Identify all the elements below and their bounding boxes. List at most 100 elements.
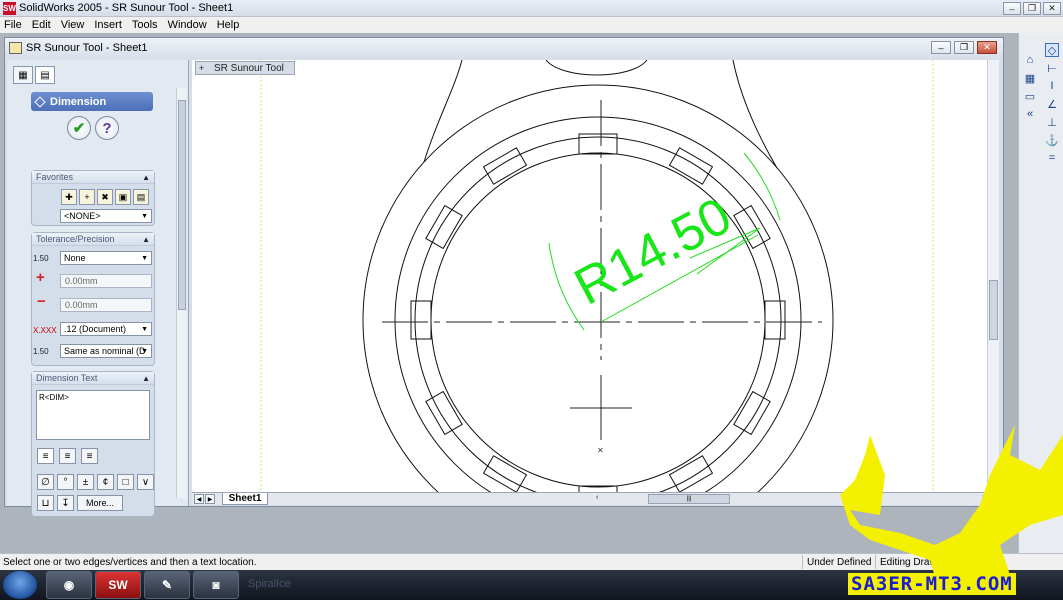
tree-item-tab[interactable]: + SR Sunour Tool bbox=[195, 61, 295, 75]
centerline-symbol-icon[interactable]: ¢ bbox=[97, 474, 114, 490]
menu-bar: File Edit View Insert Tools Window Help bbox=[0, 17, 1063, 33]
plus-minus-symbol-icon[interactable]: ± bbox=[77, 474, 94, 490]
pm-scrollbar[interactable] bbox=[176, 88, 186, 498]
scroll-left-icon[interactable]: ‹ bbox=[596, 494, 598, 501]
arm-outline-right bbox=[732, 59, 778, 169]
watermark-text: SA3ER-MT3.COM bbox=[848, 573, 1016, 595]
menu-insert[interactable]: Insert bbox=[94, 19, 122, 31]
minus-icon: − bbox=[37, 293, 46, 310]
tolerance-header[interactable]: Tolerance/Precision ▲ bbox=[32, 233, 154, 246]
sheet-tab[interactable]: Sheet1 bbox=[222, 493, 268, 505]
doc-close-button[interactable]: ✕ bbox=[977, 41, 997, 54]
equal-icon[interactable]: = bbox=[1045, 151, 1059, 165]
menu-window[interactable]: Window bbox=[168, 19, 207, 31]
depth-symbol-icon[interactable]: ↧ bbox=[57, 495, 74, 511]
collapse-icon[interactable]: « bbox=[1023, 107, 1037, 121]
status-message: Select one or two edges/vertices and the… bbox=[3, 556, 257, 568]
primary-precision-select[interactable]: .12 (Document) ▼ bbox=[60, 322, 152, 336]
degree-symbol-icon[interactable]: ° bbox=[57, 474, 74, 490]
square-symbol-icon[interactable]: □ bbox=[117, 474, 134, 490]
radius-dimension-text[interactable]: R14.50 bbox=[565, 187, 740, 317]
menu-file[interactable]: File bbox=[4, 19, 22, 31]
next-sheet-icon[interactable]: ▶ bbox=[205, 494, 215, 504]
horizontal-scrollbar[interactable]: ||| bbox=[648, 494, 730, 504]
favorites-select[interactable]: <NONE> ▼ bbox=[60, 209, 152, 223]
menu-help[interactable]: Help bbox=[217, 19, 240, 31]
min-variation-field[interactable]: 0.00mm bbox=[60, 298, 152, 312]
folder-icon[interactable]: ▭ bbox=[1023, 89, 1037, 103]
dimension-text-group: Dimension Text ▲ R<DIM> ≡ ≡ ≡ ∅ ° ± ¢ □ … bbox=[31, 371, 155, 517]
tolerance-precision-select[interactable]: Same as nominal (D ▼ bbox=[60, 344, 152, 358]
tool-taskbar-icon[interactable]: ✎ bbox=[144, 571, 190, 599]
document-title-bar: SR Sunour Tool - Sheet1 – ❐ ✕ bbox=[5, 38, 1003, 58]
diameter-symbol-icon[interactable]: ∅ bbox=[37, 474, 54, 490]
more-button[interactable]: More... bbox=[77, 495, 123, 511]
solidworks-app-icon[interactable]: SW bbox=[3, 1, 16, 15]
apply-favorite-icon[interactable]: ✚ bbox=[61, 189, 77, 205]
collapse-caret-icon[interactable]: ▲ bbox=[142, 235, 150, 244]
restore-button[interactable]: ❐ bbox=[1023, 2, 1041, 15]
taskbar-ghost-text: SpiralIce bbox=[248, 578, 291, 590]
pm-title: Dimension bbox=[50, 95, 107, 108]
max-variation-field[interactable]: 0.00mm bbox=[60, 274, 152, 288]
plus-icon: + bbox=[36, 269, 45, 286]
drawing-doc-icon bbox=[9, 42, 22, 54]
pm-header: Dimension bbox=[31, 92, 153, 111]
smart-dimension-icon[interactable]: ◇ bbox=[1045, 43, 1059, 57]
dimension-text-header[interactable]: Dimension Text ▲ bbox=[32, 372, 154, 385]
align-right-icon[interactable]: ≡ bbox=[81, 448, 98, 464]
app-title: SolidWorks 2005 - SR Sunour Tool - Sheet… bbox=[19, 2, 234, 14]
tolerance-group: Tolerance/Precision ▲ 1.50 None ▼ + 0.00m… bbox=[31, 232, 155, 366]
fix-icon[interactable]: ⚓ bbox=[1045, 133, 1059, 147]
tolerance-precision-icon: 1.50 bbox=[33, 347, 49, 356]
collapse-caret-icon[interactable]: ▲ bbox=[142, 374, 150, 383]
precision-icon: X.XXX bbox=[33, 326, 57, 335]
minimize-button[interactable]: – bbox=[1003, 2, 1021, 15]
delete-favorite-icon[interactable]: ✖ bbox=[97, 189, 113, 205]
chrome-taskbar-icon[interactable]: ◉ bbox=[46, 571, 92, 599]
app-title-bar: SW SolidWorks 2005 - SR Sunour Tool - Sh… bbox=[0, 0, 1063, 17]
tree-item-label: SR Sunour Tool bbox=[214, 62, 284, 74]
ok-button[interactable]: ✔ bbox=[67, 116, 91, 140]
doc-restore-button[interactable]: ❐ bbox=[954, 41, 974, 54]
menu-tools[interactable]: Tools bbox=[132, 19, 158, 31]
origin-mark: ✕ bbox=[597, 446, 604, 455]
more-symbols-icon[interactable]: ∨ bbox=[137, 474, 154, 490]
dimension-text-input[interactable]: R<DIM> bbox=[36, 390, 150, 440]
first-sheet-icon[interactable]: ◀ bbox=[194, 494, 204, 504]
ordinate-dimension-icon[interactable]: ⊥ bbox=[1045, 115, 1059, 129]
help-button[interactable]: ? bbox=[95, 116, 119, 140]
start-button[interactable] bbox=[3, 571, 37, 599]
save-favorite-icon[interactable]: ▣ bbox=[115, 189, 131, 205]
home-icon[interactable]: ⌂ bbox=[1023, 53, 1037, 67]
feature-manager-tab[interactable]: ▦ bbox=[13, 66, 33, 84]
favorites-group: Favorites ▲ ✚ + ✖ ▣ ▤ <NONE> ▼ bbox=[31, 170, 155, 226]
property-manager: ▦ ▤ Dimension ✔ ? Favorites ▲ ✚ + ✖ ▣ ▤ … bbox=[7, 60, 189, 517]
favorites-header[interactable]: Favorites ▲ bbox=[32, 171, 154, 184]
document-title: SR Sunour Tool - Sheet1 bbox=[26, 42, 148, 54]
upper-part-outline bbox=[545, 59, 648, 76]
collapse-caret-icon[interactable]: ▲ bbox=[142, 173, 150, 182]
align-center-icon[interactable]: ≡ bbox=[59, 448, 76, 464]
add-favorite-icon[interactable]: + bbox=[79, 189, 95, 205]
angular-dimension-icon[interactable]: ∠ bbox=[1045, 97, 1059, 111]
close-button[interactable]: ✕ bbox=[1043, 2, 1061, 15]
vertical-dimension-icon[interactable]: I bbox=[1045, 79, 1059, 93]
align-left-icon[interactable]: ≡ bbox=[37, 448, 54, 464]
arm-outline-left bbox=[423, 59, 463, 163]
tolerance-type-select[interactable]: None ▼ bbox=[60, 251, 152, 265]
menu-edit[interactable]: Edit bbox=[32, 19, 51, 31]
load-favorite-icon[interactable]: ▤ bbox=[133, 189, 149, 205]
camera-taskbar-icon[interactable]: ◙ bbox=[193, 571, 239, 599]
horizontal-dimension-icon[interactable]: ⊢ bbox=[1045, 61, 1059, 75]
tolerance-type-icon: 1.50 bbox=[33, 254, 49, 263]
dimension-icon bbox=[34, 95, 46, 108]
library-icon[interactable]: ▦ bbox=[1023, 71, 1037, 85]
counterbore-symbol-icon[interactable]: ⊔ bbox=[37, 495, 54, 511]
menu-view[interactable]: View bbox=[61, 19, 85, 31]
solidworks-taskbar-icon[interactable]: SW bbox=[95, 571, 141, 599]
property-manager-tab[interactable]: ▤ bbox=[35, 66, 55, 84]
doc-minimize-button[interactable]: – bbox=[931, 41, 951, 54]
expand-icon[interactable]: + bbox=[199, 63, 204, 73]
groove-circle bbox=[414, 136, 782, 504]
